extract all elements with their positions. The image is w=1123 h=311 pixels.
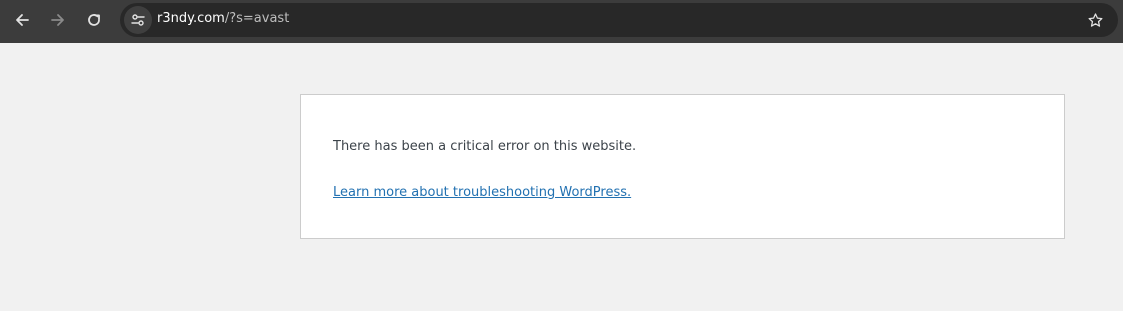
forward-button[interactable] xyxy=(42,6,74,34)
back-button[interactable] xyxy=(6,6,38,34)
url-path: /?s=avast xyxy=(224,11,290,26)
reload-icon xyxy=(88,14,100,26)
url-host: r3ndy.com xyxy=(157,11,225,26)
forward-arrow-icon xyxy=(51,14,64,26)
site-settings-icon xyxy=(131,14,145,26)
url-text[interactable]: r3ndy.com/?s=avast xyxy=(157,11,289,26)
critical-error-message: There has been a critical error on this … xyxy=(333,139,637,154)
error-message-box: There has been a critical error on this … xyxy=(300,94,1065,239)
site-info-button[interactable] xyxy=(124,6,152,34)
bookmark-button[interactable] xyxy=(1082,8,1108,32)
address-bar[interactable]: r3ndy.com/?s=avast xyxy=(120,3,1118,37)
troubleshooting-link[interactable]: Learn more about troubleshooting WordPre… xyxy=(333,185,631,200)
reload-button[interactable] xyxy=(78,6,110,34)
browser-toolbar: r3ndy.com/?s=avast xyxy=(0,0,1123,43)
star-icon xyxy=(1087,12,1103,27)
back-arrow-icon xyxy=(16,14,29,26)
